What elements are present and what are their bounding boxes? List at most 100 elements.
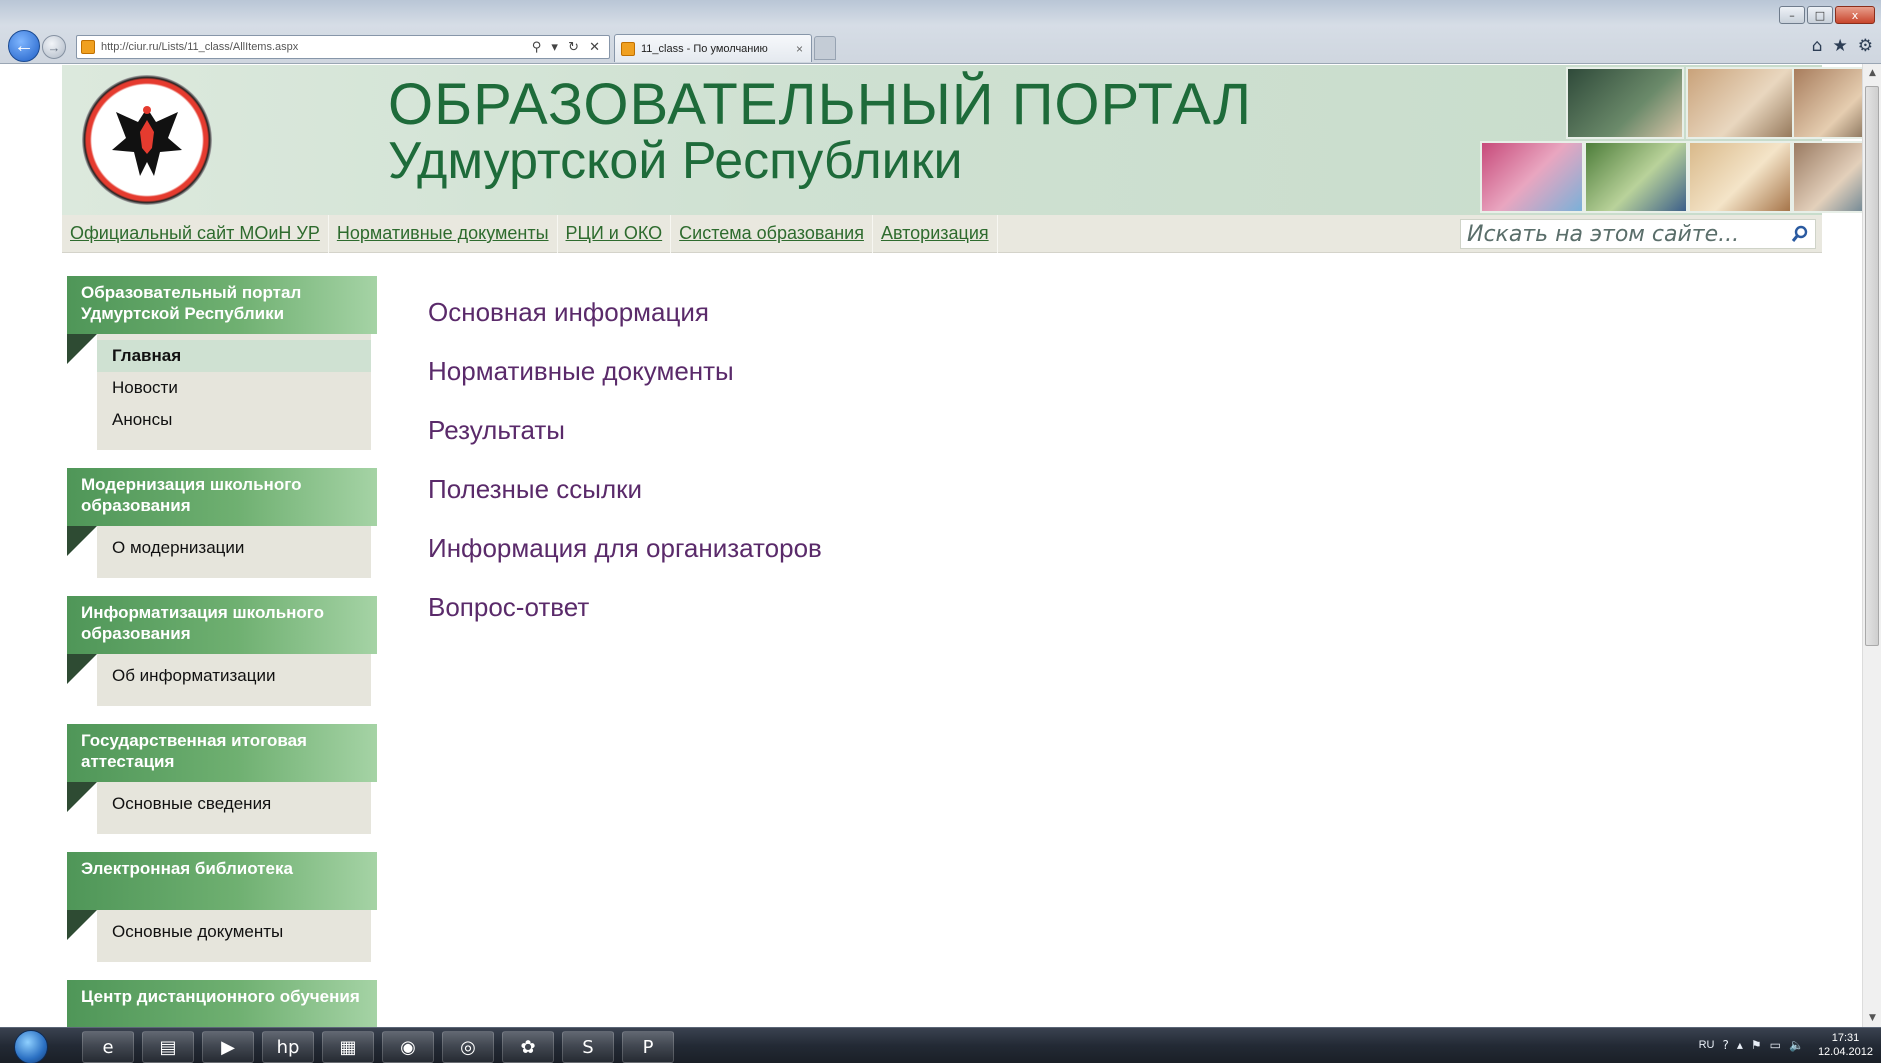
powerpoint-icon[interactable]: P	[622, 1031, 674, 1063]
close-window-button[interactable]: x	[1835, 6, 1875, 24]
nav-group-title[interactable]: Образовательный портал Удмуртской Респуб…	[67, 276, 377, 334]
content-link-useful-links[interactable]: Полезные ссылки	[428, 473, 822, 532]
window-controls: – □ x	[1779, 6, 1875, 24]
topnav-link-normative[interactable]: Нормативные документы	[329, 214, 558, 253]
browser-right-tools: ⌂ ★ ⚙	[1812, 36, 1873, 56]
favorites-icon[interactable]: ★	[1833, 36, 1848, 56]
header-photo	[1792, 141, 1862, 213]
back-button[interactable]: ←	[8, 30, 40, 62]
left-navigation: Образовательный портал Удмуртской Респуб…	[67, 276, 377, 1027]
skype-icon[interactable]: S	[562, 1031, 614, 1063]
minimize-button[interactable]: –	[1779, 6, 1805, 24]
nav-group-title[interactable]: Электронная библиотека	[67, 852, 377, 910]
firefox-icon[interactable]: ◉	[382, 1031, 434, 1063]
nav-group-items: Главная Новости Анонсы	[97, 334, 371, 450]
site-search	[1460, 219, 1816, 249]
nav-group-title[interactable]: Модернизация школьного образования	[67, 468, 377, 526]
content-link-basic-info[interactable]: Основная информация	[428, 296, 822, 355]
header-photo	[1480, 141, 1584, 213]
coat-of-arms-logo	[82, 75, 212, 205]
chrome-icon[interactable]: ◎	[442, 1031, 494, 1063]
topnav-link-login[interactable]: Авторизация	[873, 214, 998, 253]
topnav-link-rci[interactable]: РЦИ и ОКО	[558, 214, 672, 253]
nav-group-title[interactable]: Центр дистанционного обучения	[67, 980, 377, 1027]
nav-item-about-modernization[interactable]: О модернизации	[97, 532, 371, 564]
volume-icon[interactable]: 🔈	[1789, 1038, 1804, 1052]
tray-expand-icon[interactable]: ▴	[1737, 1038, 1743, 1052]
icq-icon[interactable]: ✿	[502, 1031, 554, 1063]
header-photo	[1688, 141, 1792, 213]
nav-group-items: Основные сведения	[97, 782, 371, 834]
address-bar[interactable]: http://ciur.ru/Lists/11_class/AllItems.a…	[76, 35, 610, 59]
scroll-down-icon[interactable]: ▼	[1863, 1009, 1881, 1027]
clock-time: 17:31	[1831, 1032, 1860, 1044]
language-indicator[interactable]: RU	[1699, 1039, 1715, 1051]
clock[interactable]: 17:31 12.04.2012	[1818, 1031, 1873, 1059]
nav-group-library: Электронная библиотека Основные документ…	[67, 852, 377, 962]
scroll-thumb[interactable]	[1865, 86, 1879, 646]
content-link-results[interactable]: Результаты	[428, 414, 822, 473]
hp-app-icon[interactable]: hp	[262, 1031, 314, 1063]
scroll-up-icon[interactable]: ▲	[1863, 64, 1881, 82]
tab-close-icon[interactable]: ×	[796, 42, 803, 56]
maximize-button[interactable]: □	[1807, 6, 1833, 24]
topnav-link-ministry[interactable]: Официальный сайт МОиН УР	[62, 214, 329, 253]
app-icon[interactable]: ▦	[322, 1031, 374, 1063]
address-tools[interactable]: ⚲ ▾ ↻ ✕	[532, 40, 603, 55]
internet-explorer-icon[interactable]: e	[82, 1031, 134, 1063]
content-link-faq[interactable]: Вопрос-ответ	[428, 591, 822, 650]
address-text[interactable]: http://ciur.ru/Lists/11_class/AllItems.a…	[101, 41, 532, 53]
nav-item-main-documents[interactable]: Основные документы	[97, 916, 371, 948]
nav-group-portal: Образовательный портал Удмуртской Респуб…	[67, 276, 377, 450]
nav-group-distance-learning: Центр дистанционного обучения	[67, 980, 377, 1027]
nav-group-title[interactable]: Государственная итоговая аттестация	[67, 724, 377, 782]
nav-item-basic-info[interactable]: Основные сведения	[97, 788, 371, 820]
nav-group-informatization: Информатизация школьного образования Об …	[67, 596, 377, 706]
page-viewport: ОБРАЗОВАТЕЛЬНЫЙ ПОРТАЛ Удмуртской Респуб…	[0, 64, 1862, 1027]
header-photo	[1792, 67, 1862, 139]
top-navigation: Официальный сайт МОиН УР Нормативные док…	[62, 214, 1822, 253]
tab-active[interactable]: 11_class - По умолчанию ×	[614, 34, 812, 62]
media-player-icon[interactable]: ▶	[202, 1031, 254, 1063]
portal-subtitle: Удмуртской Республики	[388, 132, 963, 190]
network-icon[interactable]: ▭	[1770, 1038, 1781, 1052]
windows-taskbar: e ▤ ▶ hp ▦ ◉ ◎ ✿ S P RU ? ▴ ⚑ ▭ 🔈 17:31 …	[0, 1027, 1881, 1063]
home-icon[interactable]: ⌂	[1812, 36, 1823, 56]
header-photo	[1686, 67, 1804, 139]
main-content: Основная информация Нормативные документ…	[428, 296, 822, 650]
browser-chrome: – □ x ← → http://ciur.ru/Lists/11_class/…	[0, 0, 1881, 64]
action-center-icon[interactable]: ⚑	[1751, 1038, 1762, 1052]
nav-group-modernization: Модернизация школьного образования О мод…	[67, 468, 377, 578]
nav-group-items: Основные документы	[97, 910, 371, 962]
clock-date: 12.04.2012	[1817, 1046, 1873, 1058]
nav-group-items: О модернизации	[97, 526, 371, 578]
gear-icon[interactable]: ⚙	[1858, 36, 1873, 56]
header-photo	[1566, 67, 1684, 139]
help-icon[interactable]: ?	[1722, 1038, 1728, 1052]
header-banner: ОБРАЗОВАТЕЛЬНЫЙ ПОРТАЛ Удмуртской Респуб…	[62, 65, 1862, 215]
nav-item-home[interactable]: Главная	[97, 340, 371, 372]
nav-group-items: Об информатизации	[97, 654, 371, 706]
nav-group-attestation: Государственная итоговая аттестация Осно…	[67, 724, 377, 834]
favicon-icon	[81, 40, 95, 54]
vertical-scrollbar[interactable]: ▲ ▼	[1862, 64, 1881, 1027]
topnav-link-education-system[interactable]: Система образования	[671, 214, 873, 253]
search-input[interactable]	[1461, 220, 1785, 248]
tab-favicon-icon	[621, 41, 635, 56]
header-photo	[1584, 141, 1688, 213]
portal-title: ОБРАЗОВАТЕЛЬНЫЙ ПОРТАЛ	[388, 72, 1253, 137]
tab-title: 11_class - По умолчанию	[641, 42, 768, 55]
file-explorer-icon[interactable]: ▤	[142, 1031, 194, 1063]
forward-button[interactable]: →	[42, 35, 66, 59]
nav-group-title[interactable]: Информатизация школьного образования	[67, 596, 377, 654]
system-tray: RU ? ▴ ⚑ ▭ 🔈 17:31 12.04.2012	[1699, 1031, 1873, 1059]
new-tab-button[interactable]	[814, 36, 836, 60]
nav-item-about-informatization[interactable]: Об информатизации	[97, 660, 371, 692]
nav-item-news[interactable]: Новости	[97, 372, 371, 404]
nav-item-announcements[interactable]: Анонсы	[97, 404, 371, 436]
eagle-emblem-icon	[112, 106, 182, 176]
content-link-organizers[interactable]: Информация для организаторов	[428, 532, 822, 591]
search-icon[interactable]	[1785, 220, 1815, 248]
content-link-normative[interactable]: Нормативные документы	[428, 355, 822, 414]
start-button[interactable]	[14, 1030, 48, 1063]
